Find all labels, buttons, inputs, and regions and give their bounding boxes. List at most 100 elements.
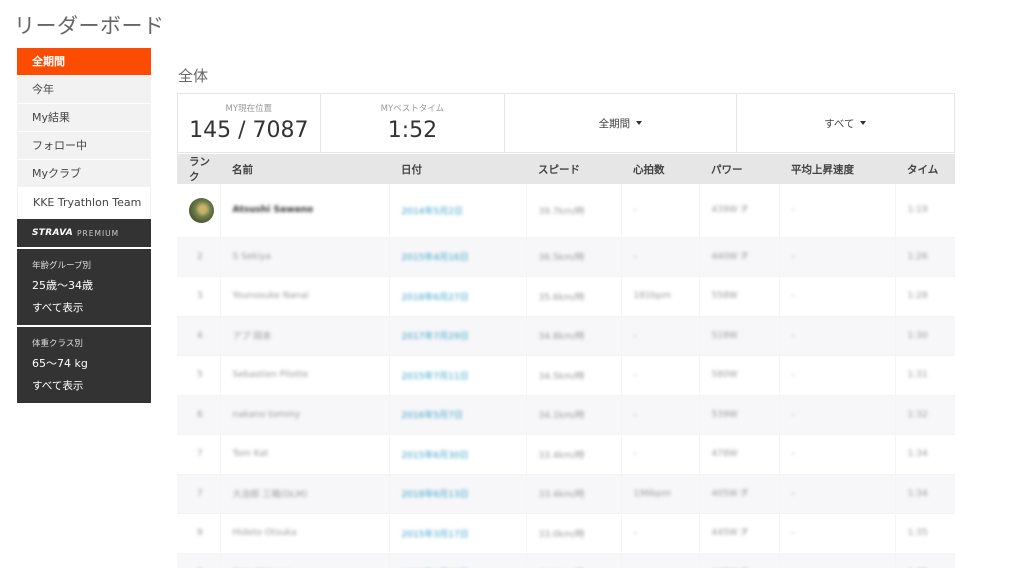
date-cell[interactable]: 2015年4月16日 xyxy=(389,237,527,277)
power-cell: 580W xyxy=(699,355,780,396)
date-cell[interactable]: 2017年7月29日 xyxy=(389,316,527,356)
weight-class-value[interactable]: 65～74 kg xyxy=(32,353,151,375)
my-best-stat: MYベストタイム 1:52 xyxy=(321,94,506,152)
time-cell-text: 1:34 xyxy=(907,488,928,499)
time-cell-text: 1:32 xyxy=(907,409,928,420)
vam-cell-text: - xyxy=(791,488,795,499)
heart-rate-cell-text: - xyxy=(633,409,637,420)
avatar[interactable] xyxy=(189,197,214,223)
table-row: 3 Younosuke Nanai 2018年6月27日 35.6km/時 181bpm… xyxy=(177,276,955,317)
date-cell[interactable]: 2018年6月13日 xyxy=(389,474,527,514)
time-cell-text: 1:35 xyxy=(907,528,928,539)
power-cell: 445Wℱ xyxy=(699,513,780,554)
power-meter-icon: ℱ xyxy=(740,488,748,499)
rank-cell: 7 xyxy=(177,434,221,475)
sidebar-item-my-results[interactable]: My結果 xyxy=(17,104,151,132)
sidebar-item-my-clubs[interactable]: Myクラブ xyxy=(17,160,151,188)
table-row: 9 Hideto Otsuka 2015年3月17日 33.0km/時 -445W ℱ -1… xyxy=(177,513,955,554)
heart-rate-cell: - xyxy=(621,355,700,396)
vam-cell: - xyxy=(779,276,896,317)
date-cell[interactable]: 2016年5月7日 xyxy=(389,395,527,435)
table-row: 7 Tom Kat 2015年6月30日 33.4km/時 - 478W - 1:34 xyxy=(177,434,955,475)
power-cell-text: 445W xyxy=(711,528,738,539)
header-name[interactable]: 名前 xyxy=(220,154,389,184)
my-position-stat: MY現在位置 145 / 7087 xyxy=(178,94,321,152)
header-speed[interactable]: スピード xyxy=(526,154,621,184)
page-title: リーダーボード xyxy=(14,14,165,38)
strava-logo: STRAVA xyxy=(32,228,74,238)
date-cell[interactable]: 2014年5月2日 xyxy=(389,184,527,238)
header-date[interactable]: 日付 xyxy=(389,154,526,184)
caret-down-icon xyxy=(860,121,867,125)
header-power[interactable]: パワー xyxy=(699,154,779,184)
time-cell-text: 1:28 xyxy=(907,291,928,302)
name-cell-text: アプ 岡本 xyxy=(232,332,272,343)
power-cell: 439W ℱ xyxy=(699,184,780,238)
rank-cell: 4 xyxy=(177,316,221,356)
date-cell[interactable]: 2015年7月11日 xyxy=(389,355,527,396)
heart-rate-cell: - xyxy=(621,395,700,435)
time-cell-text: 1:34 xyxy=(907,449,928,460)
name-cell-text: Atsushi Sawano xyxy=(232,205,314,216)
date-cell-text: 2015年7月11日 xyxy=(401,371,469,382)
header-rank[interactable]: ランク xyxy=(177,154,220,184)
name-cell[interactable]: Atsushi Sawano xyxy=(220,184,390,238)
my-best-label: MYベストタイム xyxy=(380,104,445,114)
vam-cell: - xyxy=(779,553,896,568)
period-dropdown[interactable]: 全期間 xyxy=(505,94,737,152)
date-cell[interactable]: 2015年6月30日 xyxy=(389,434,527,475)
name-cell[interactable]: 大治郎 三橋(DLM) xyxy=(220,474,390,514)
sidebar-item-following[interactable]: フォロー中 xyxy=(17,132,151,160)
date-cell[interactable]: 2015年3月17日 xyxy=(389,513,527,554)
heart-rate-cell-text: - xyxy=(633,528,637,539)
time-cell-text: 1:30 xyxy=(907,330,928,341)
name-cell[interactable]: S Sekiya xyxy=(220,237,390,277)
my-position-label: MY現在位置 xyxy=(225,104,273,114)
name-cell[interactable]: nakano tommy xyxy=(220,395,390,435)
name-cell[interactable]: Tom Kat xyxy=(220,434,390,475)
name-cell[interactable]: アプ 岡本 xyxy=(220,316,390,356)
premium-label: PREMIUM xyxy=(77,228,120,238)
time-cell: 1:32 xyxy=(895,395,955,435)
heart-rate-cell: - xyxy=(621,316,700,356)
power-cell: 440W ℱ xyxy=(699,237,780,277)
name-cell[interactable]: Hideto Otsuka xyxy=(220,513,390,554)
power-cell: 405W ℱ xyxy=(699,474,780,514)
name-cell[interactable]: Younosuke Nanai xyxy=(220,276,390,317)
heart-rate-cell: - xyxy=(621,553,700,568)
vam-cell-text: - xyxy=(791,528,795,539)
date-cell[interactable]: 2019年4月20日 xyxy=(389,553,527,568)
sidebar-item-this-year[interactable]: 今年 xyxy=(17,76,151,104)
heart-rate-cell-text: 181bpm xyxy=(633,291,671,302)
section-title: 全体 xyxy=(178,67,209,85)
sidebar-item-club[interactable]: KKE Tryathlon Team xyxy=(17,188,151,218)
heart-rate-cell: 181bpm xyxy=(621,276,700,317)
date-cell[interactable]: 2018年6月27日 xyxy=(389,276,527,317)
date-cell-text: 2018年6月13日 xyxy=(401,490,469,501)
power-meter-icon: ℱ xyxy=(740,251,748,262)
weight-class-show-all[interactable]: すべて表示 xyxy=(32,375,151,397)
name-cell[interactable]: Sebastien Pilotte xyxy=(220,355,390,396)
header-heart-rate[interactable]: 心拍数 xyxy=(621,154,699,184)
rank-cell: 9 xyxy=(177,513,221,554)
heart-rate-cell: 196bpm xyxy=(621,474,700,514)
age-group-show-all[interactable]: すべて表示 xyxy=(32,297,151,319)
time-cell-text: 1:26 xyxy=(907,251,928,262)
table-row: 4 アプ 岡本 2017年7月29日 34.8km/時 - 518W - 1:30 xyxy=(177,316,955,356)
rank-cell: 2 xyxy=(177,237,221,277)
vam-cell: - xyxy=(779,184,896,238)
power-cell-text: 580W xyxy=(711,370,738,381)
age-group-heading: 年齢グループ別 xyxy=(32,261,91,271)
header-vam[interactable]: 平均上昇速度 xyxy=(779,154,895,184)
vam-cell: - xyxy=(779,395,896,435)
date-cell-text: 2014年5月2日 xyxy=(401,206,463,217)
vam-cell: - xyxy=(779,316,896,356)
filter-dropdown[interactable]: すべて xyxy=(737,94,954,152)
header-time[interactable]: タイム xyxy=(895,154,955,184)
name-cell-text: Hideto Otsuka xyxy=(232,528,297,539)
time-cell: 1:28 xyxy=(895,276,955,317)
name-cell[interactable]: Koto Shimura xyxy=(220,553,390,568)
rank-cell: 5 xyxy=(177,355,221,396)
sidebar-item-all-time[interactable]: 全期間 xyxy=(17,48,151,76)
age-group-value[interactable]: 25歳～34歳 xyxy=(32,275,151,297)
